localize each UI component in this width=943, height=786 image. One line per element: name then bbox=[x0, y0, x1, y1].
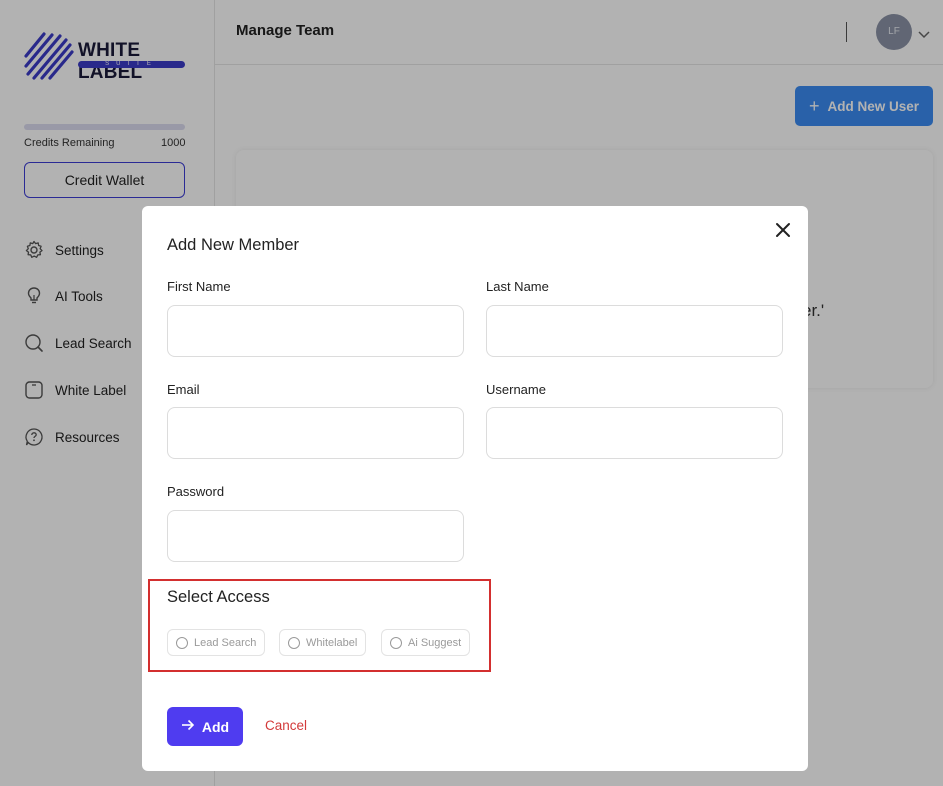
radio-icon bbox=[176, 636, 188, 649]
first-name-label: First Name bbox=[167, 279, 231, 294]
access-option-ai-suggest[interactable]: Ai Suggest bbox=[381, 629, 471, 656]
modal-title: Add New Member bbox=[167, 236, 300, 254]
access-option-label: Lead Search bbox=[194, 636, 257, 649]
add-button-label: Add bbox=[201, 718, 230, 735]
username-label: Username bbox=[486, 382, 546, 397]
add-member-modal: Add New Member First Name Last Name Emai… bbox=[142, 206, 808, 771]
radio-icon bbox=[390, 636, 402, 649]
access-option-lead-search[interactable]: Lead Search bbox=[167, 629, 266, 656]
first-name-field[interactable] bbox=[167, 305, 464, 357]
last-name-field[interactable] bbox=[486, 305, 783, 357]
last-name-label: Last Name bbox=[486, 279, 549, 294]
arrow-right-icon bbox=[181, 718, 195, 735]
access-option-label: Ai Suggest bbox=[408, 636, 462, 649]
email-field[interactable] bbox=[167, 407, 464, 459]
access-option-whitelabel[interactable]: Whitelabel bbox=[279, 629, 367, 656]
email-label: Email bbox=[167, 382, 200, 397]
add-button[interactable]: Add bbox=[167, 707, 243, 746]
cancel-button[interactable]: Cancel bbox=[265, 718, 307, 733]
select-access-title: Select Access bbox=[167, 588, 270, 606]
access-option-label: Whitelabel bbox=[306, 636, 358, 649]
radio-icon bbox=[288, 636, 300, 649]
username-field[interactable] bbox=[486, 407, 783, 459]
password-label: Password bbox=[167, 484, 225, 499]
close-icon[interactable] bbox=[774, 221, 792, 239]
password-field[interactable] bbox=[167, 510, 464, 562]
